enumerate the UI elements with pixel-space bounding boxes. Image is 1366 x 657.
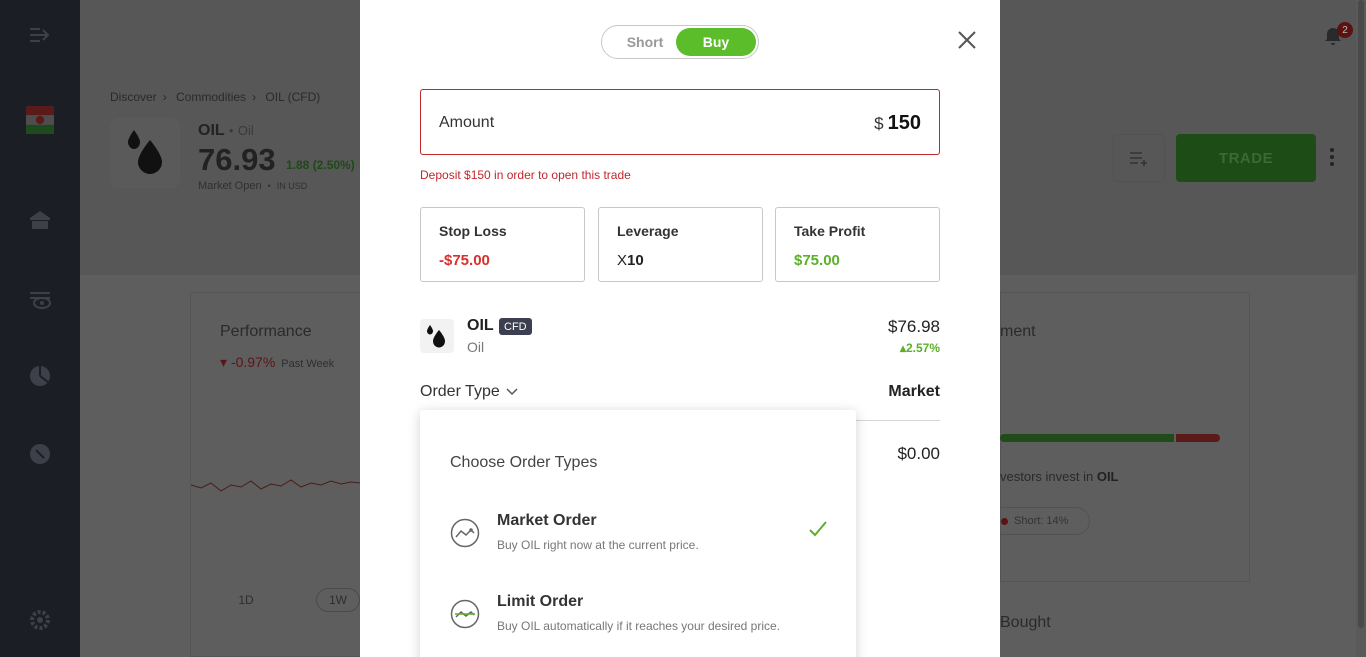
cfd-badge: CFD — [499, 318, 532, 335]
take-profit-label: Take Profit — [794, 223, 866, 239]
amount-value[interactable]: $150 — [874, 112, 921, 135]
expand-arrow-icon[interactable] — [26, 21, 54, 49]
order-type-value: Market — [888, 383, 940, 400]
short-tab[interactable]: Short — [608, 28, 682, 56]
limit-order-title: Limit Order — [497, 593, 584, 610]
add-to-watchlist-button[interactable] — [1113, 134, 1165, 182]
sidebar — [0, 0, 80, 657]
bg-price: 76.93 — [198, 142, 276, 177]
leverage-value: X10 — [617, 252, 644, 269]
order-type-label: Order Type — [420, 383, 500, 400]
leverage-prefix: X — [617, 252, 628, 269]
sentiment-buy-bar — [1000, 434, 1174, 442]
breadcrumb-commodities[interactable]: Commodities — [176, 90, 246, 104]
market-status-text: Market Open — [198, 180, 262, 192]
short-buy-toggle[interactable]: Short Buy — [601, 25, 759, 59]
trade-button[interactable]: TRADE — [1176, 134, 1316, 182]
amount-label: Amount — [439, 114, 495, 131]
order-type-selector[interactable]: Order Type — [420, 383, 518, 401]
breadcrumb: Discover › Commodities › OIL (CFD) — [110, 90, 321, 104]
take-profit-value: $75.00 — [794, 252, 840, 269]
stop-loss-value: -$75.00 — [439, 252, 490, 269]
instrument-change: ▴2.57% — [900, 341, 940, 355]
limit-order-icon — [450, 599, 480, 629]
checkmark-icon — [808, 520, 828, 543]
chevron-down-icon — [506, 388, 518, 396]
amount-currency: $ — [874, 114, 884, 133]
dropdown-title: Choose Order Types — [450, 454, 598, 471]
units-value: $0.00 — [897, 444, 940, 463]
home-icon[interactable] — [26, 206, 54, 234]
market-order-option[interactable]: Market Order Buy OIL right now at the cu… — [420, 506, 856, 566]
market-order-icon — [450, 518, 480, 548]
oil-logo — [110, 118, 180, 188]
amount-number[interactable]: 150 — [888, 112, 921, 134]
sentiment-sell-bar — [1176, 434, 1220, 442]
short-value: 14% — [1046, 515, 1069, 527]
instrument-name: Oil — [467, 339, 485, 355]
bg-change: 1.88 (2.50%) — [286, 158, 355, 172]
amount-field[interactable]: Amount $150 — [420, 89, 940, 155]
list-add-icon — [1130, 152, 1147, 166]
more-options-icon[interactable] — [1330, 148, 1334, 169]
bg-symbol-text: OIL — [198, 122, 225, 139]
oil-drops-icon — [420, 319, 454, 353]
performance-sparkline — [191, 479, 361, 492]
order-type-dropdown: Choose Order Types Market Order Buy OIL … — [420, 410, 856, 657]
bg-symbol-name: Oil — [237, 123, 254, 138]
page-scrollbar[interactable] — [1356, 0, 1366, 657]
bought-title: Bought — [1000, 614, 1051, 631]
investors-text-body: vestors invest in — [1000, 469, 1094, 484]
instrument-change-text: 2.57% — [905, 341, 940, 355]
flag-icon[interactable] — [26, 106, 54, 134]
performance-value: ▾ -0.97% Past Week — [220, 354, 335, 370]
market-order-title: Market Order — [497, 512, 597, 529]
trade-modal: Short Buy Amount $150 Deposit $150 in or… — [360, 0, 1000, 657]
leverage-number: 10 — [627, 252, 644, 269]
limit-order-desc: Buy OIL automatically if it reaches your… — [497, 619, 781, 633]
close-icon[interactable] — [956, 29, 978, 51]
currency-note: IN USD — [276, 181, 308, 191]
stop-loss-label: Stop Loss — [439, 223, 507, 239]
deposit-warning[interactable]: Deposit $150 in order to open this trade — [420, 168, 631, 182]
performance-period: Past Week — [281, 358, 335, 370]
timeframe-1d[interactable]: 1D — [234, 588, 258, 612]
short-label: Short: — [1014, 515, 1044, 527]
stop-loss-box[interactable]: Stop Loss -$75.00 — [420, 207, 585, 282]
timeframe-1w[interactable]: 1W — [316, 588, 360, 612]
sentiment-title: ment — [1000, 323, 1036, 340]
bg-symbol: OIL • Oil — [198, 122, 254, 139]
breadcrumb-discover[interactable]: Discover — [110, 90, 157, 104]
notification-badge: 2 — [1337, 22, 1353, 38]
buy-tab[interactable]: Buy — [676, 28, 756, 56]
instrument-symbol: OIL — [467, 317, 494, 334]
portfolio-icon[interactable] — [26, 362, 54, 390]
investors-text: vestors invest in OIL — [1000, 469, 1119, 484]
leverage-box[interactable]: Leverage X10 — [598, 207, 763, 282]
watchlist-icon[interactable] — [26, 285, 54, 313]
discover-icon[interactable] — [26, 440, 54, 468]
limit-order-option[interactable]: Limit Order Buy OIL automatically if it … — [420, 587, 856, 647]
short-percent-pill: Short: 14% — [988, 507, 1090, 535]
take-profit-box[interactable]: Take Profit $75.00 — [775, 207, 940, 282]
leverage-label: Leverage — [617, 223, 679, 239]
breadcrumb-current: OIL (CFD) — [265, 90, 321, 104]
investors-symbol: OIL — [1096, 469, 1119, 484]
market-status: Market Open • IN USD — [198, 180, 308, 192]
settings-icon[interactable] — [26, 606, 54, 634]
instrument-price: $76.98 — [888, 317, 940, 336]
performance-title: Performance — [220, 323, 312, 340]
market-order-desc: Buy OIL right now at the current price. — [497, 538, 699, 552]
performance-value-text: -0.97% — [230, 354, 276, 370]
